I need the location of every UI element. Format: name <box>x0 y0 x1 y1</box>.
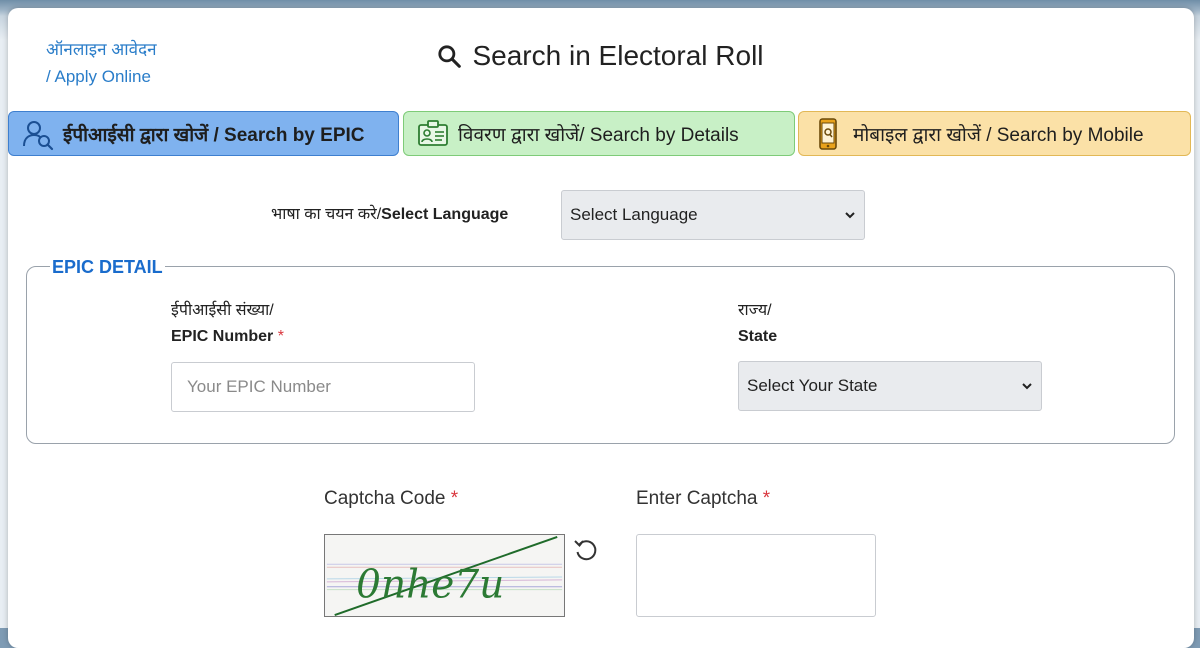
captcha-code-label: Captcha Code * <box>324 488 458 510</box>
epic-number-label-english: EPIC Number <box>171 328 274 345</box>
language-label: भाषा का चयन करे/Select Language <box>271 202 508 224</box>
tab-search-by-mobile-label: मोबाइल द्वारा खोजें / Search by Mobile <box>853 124 1144 146</box>
epic-detail-fieldset <box>26 266 1175 444</box>
language-label-english: Select Language <box>381 206 509 223</box>
tab-search-by-details[interactable]: विवरण द्वारा खोजें/ Search by Details <box>403 111 795 156</box>
required-mark: * <box>277 328 284 345</box>
epic-number-label-hindi: ईपीआईसी संख्या/ <box>171 302 274 319</box>
chevron-down-icon <box>845 212 855 219</box>
state-select-value: Select Your State <box>747 376 878 395</box>
mobile-phone-icon <box>819 117 837 150</box>
state-select[interactable]: Select Your State <box>738 361 1042 411</box>
enter-captcha-label: Enter Captcha * <box>636 488 770 510</box>
page-title: Search in Electoral Roll <box>0 40 1200 72</box>
language-select[interactable]: Select Language <box>561 190 865 240</box>
state-label-hindi: राज्य/ <box>738 302 772 319</box>
page-title-text: Search in Electoral Roll <box>472 40 764 71</box>
language-label-hindi: भाषा का चयन करे/ <box>271 206 382 223</box>
captcha-image: 0nhe7u <box>324 534 565 617</box>
required-mark: * <box>450 488 459 509</box>
language-select-value: Select Language <box>570 205 698 224</box>
tab-search-by-epic[interactable]: ईपीआईसी द्वारा खोजें / Search by EPIC <box>8 111 399 156</box>
search-icon <box>438 45 462 68</box>
enter-captcha-label-text: Enter Captcha <box>636 488 758 509</box>
state-label: राज्य/ State <box>738 298 777 350</box>
tab-search-by-details-label: विवरण द्वारा खोजें/ Search by Details <box>458 124 739 146</box>
required-mark: * <box>762 488 771 509</box>
user-search-icon <box>23 120 54 150</box>
tab-search-by-epic-label: ईपीआईसी द्वारा खोजें / Search by EPIC <box>63 124 365 146</box>
chevron-down-icon <box>1022 383 1032 390</box>
tab-search-by-mobile[interactable]: मोबाइल द्वारा खोजें / Search by Mobile <box>798 111 1191 156</box>
enter-captcha-input[interactable] <box>636 534 876 617</box>
epic-detail-legend: EPIC DETAIL <box>50 257 165 278</box>
state-label-english: State <box>738 328 778 345</box>
epic-number-label: ईपीआईसी संख्या/ EPIC Number * <box>171 298 284 350</box>
epic-number-placeholder: Your EPIC Number <box>187 377 331 396</box>
captcha-text: 0nhe7u <box>356 562 504 607</box>
id-card-icon <box>418 119 448 146</box>
epic-number-input[interactable]: Your EPIC Number <box>171 362 475 412</box>
captcha-code-label-text: Captcha Code <box>324 488 446 509</box>
refresh-captcha-icon[interactable] <box>573 537 599 563</box>
